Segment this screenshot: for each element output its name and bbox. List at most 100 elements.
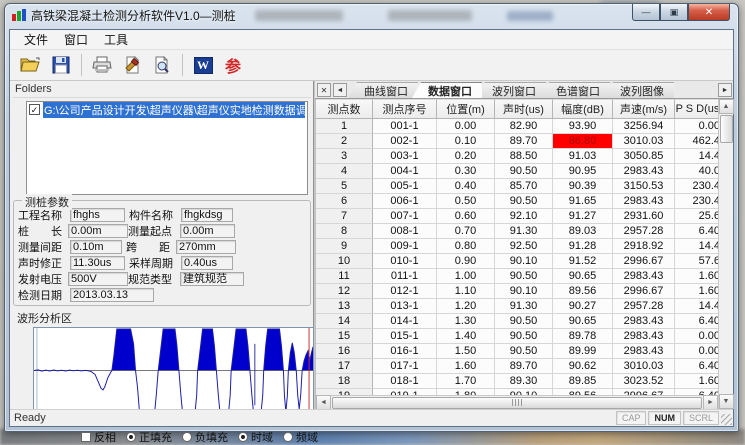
menu-item-0[interactable]: 文件: [16, 29, 56, 50]
print-preview-icon: [153, 56, 171, 74]
param-value[interactable]: 0.10m: [70, 240, 122, 254]
close-button[interactable]: ✕: [688, 4, 730, 21]
save-button[interactable]: [46, 52, 76, 78]
tab-scroll-left-icon[interactable]: ◄: [333, 83, 347, 97]
table-cell: 1.60: [675, 284, 718, 299]
process-button[interactable]: [117, 52, 147, 78]
open-button[interactable]: [16, 52, 46, 78]
table-cell: 90.95: [553, 164, 613, 179]
table-cell: 011-1: [373, 269, 437, 284]
param-value[interactable]: 11.30us: [70, 256, 125, 270]
minimize-button[interactable]: —: [632, 4, 660, 21]
vertical-scrollbar[interactable]: ▲ ▼: [718, 99, 733, 409]
table-row[interactable]: 9009-10.8092.5091.282918.9214.4: [316, 239, 718, 254]
radio-3[interactable]: [283, 432, 293, 442]
param-value[interactable]: 2013.03.13: [70, 288, 154, 302]
radio-2[interactable]: [238, 432, 248, 442]
menu-item-1[interactable]: 窗口: [56, 29, 96, 50]
param-value[interactable]: fhghs: [70, 208, 125, 222]
scroll-right-icon[interactable]: ►: [703, 395, 718, 409]
toolbar: W 参: [10, 50, 733, 81]
param-label: 采样周期: [129, 255, 181, 271]
param-value[interactable]: 500V: [68, 272, 128, 286]
grid-column-header[interactable]: 测点数: [316, 99, 373, 119]
table-cell: 006-1: [373, 194, 437, 209]
tabstrip: ✕ ◄ 曲线窗口数据窗口波列窗口色谱窗口波列图像 ►: [315, 81, 733, 99]
radio-0[interactable]: [126, 432, 136, 442]
table-row[interactable]: 10010-10.9090.1091.522996.6757.6: [316, 254, 718, 269]
table-row[interactable]: 3003-10.2088.5091.033050.8514.4: [316, 149, 718, 164]
table-cell: 1.50: [437, 344, 495, 359]
titlebar[interactable]: 高铁梁混凝土检测分析软件V1.0—测桩 — ▣ ✕: [5, 4, 738, 26]
menu-item-2[interactable]: 工具: [96, 29, 136, 50]
table-row[interactable]: 14014-11.3090.5090.652983.436.40: [316, 314, 718, 329]
grid-column-header[interactable]: P S D(us: [675, 99, 718, 119]
preview-button[interactable]: [147, 52, 177, 78]
tab-3[interactable]: 色谱窗口: [540, 82, 610, 98]
table-row[interactable]: 1001-10.0082.9093.903256.940.00: [316, 119, 718, 134]
table-cell: 16: [316, 344, 373, 359]
scroll-left-icon[interactable]: ◄: [316, 395, 331, 409]
table-row[interactable]: 15015-11.4090.5089.782983.430.00: [316, 329, 718, 344]
tab-1[interactable]: 数据窗口: [412, 82, 482, 98]
table-cell: 0.10: [437, 134, 495, 149]
grid-column-header[interactable]: 幅度(dB): [553, 99, 613, 119]
vscroll-thumb[interactable]: [720, 115, 733, 143]
tab-scroll-right-icon[interactable]: ►: [718, 83, 732, 97]
folder-checkbox[interactable]: ✓: [29, 104, 40, 115]
resize-grip-icon[interactable]: [721, 414, 732, 425]
table-cell: 88.50: [495, 149, 553, 164]
grid-column-header[interactable]: 位置(m): [437, 99, 495, 119]
table-cell: 91.30: [495, 224, 553, 239]
printer-icon: [92, 56, 112, 74]
table-row[interactable]: 4004-10.3090.5090.952983.4340.0: [316, 164, 718, 179]
table-cell: 3023.52: [613, 374, 675, 389]
table-row[interactable]: 16016-11.5090.5089.992983.430.00: [316, 344, 718, 359]
radio-1[interactable]: [182, 432, 192, 442]
table-cell: 9: [316, 239, 373, 254]
grid-column-header[interactable]: 声时(us): [495, 99, 553, 119]
scroll-up-icon[interactable]: ▲: [719, 99, 734, 114]
tab-4[interactable]: 波列图像: [604, 82, 674, 98]
table-row[interactable]: 6006-10.5090.5091.652983.43230.4: [316, 194, 718, 209]
param-value[interactable]: 0.00m: [68, 224, 128, 238]
table-cell: 462.4: [675, 134, 718, 149]
param-value[interactable]: 建筑规范: [180, 272, 244, 286]
table-cell: 5: [316, 179, 373, 194]
grid-column-header[interactable]: 测点序号: [373, 99, 437, 119]
maximize-button[interactable]: ▣: [660, 4, 688, 21]
table-row[interactable]: 12012-11.1090.1089.562996.671.60: [316, 284, 718, 299]
table-cell: 91.03: [553, 149, 613, 164]
table-row[interactable]: 2002-10.1089.7086.803010.03462.4: [316, 134, 718, 149]
param-value[interactable]: fhgkdsg: [181, 208, 233, 222]
table-row[interactable]: 5005-10.4085.7090.393150.53230.4: [316, 179, 718, 194]
folders-list[interactable]: ✓G:\公司产品设计开发\超声仪器\超声仪实地检测数据调试qd\qd03\qd0…: [26, 101, 308, 195]
param-value[interactable]: 0.40us: [181, 256, 233, 270]
table-row[interactable]: 18018-11.7089.3089.853023.521.60: [316, 374, 718, 389]
word-export-button[interactable]: W: [188, 52, 218, 78]
grid-body[interactable]: 1001-10.0082.9093.903256.940.002002-10.1…: [316, 119, 718, 395]
tab-0[interactable]: 曲线窗口: [348, 82, 418, 98]
grid-column-header[interactable]: 声速(m/s): [613, 99, 675, 119]
waveform-area-title: 波形分析区: [17, 310, 311, 326]
param-value[interactable]: 270mm: [176, 240, 236, 254]
param-value[interactable]: 0.00m: [180, 224, 235, 238]
window-title: 高铁梁混凝土检测分析软件V1.0—测桩: [31, 7, 236, 24]
scroll-down-icon[interactable]: ▼: [719, 394, 734, 409]
table-cell: 1: [316, 119, 373, 134]
hscroll-thumb[interactable]: [332, 397, 702, 409]
invert-checkbox[interactable]: [81, 432, 91, 442]
horizontal-scrollbar[interactable]: ◄ ►: [316, 395, 718, 409]
parameters-button[interactable]: 参: [218, 52, 248, 78]
table-cell: 2996.67: [613, 254, 675, 269]
param-field: 规范类型建筑规范: [128, 271, 248, 287]
tab-2[interactable]: 波列窗口: [476, 82, 546, 98]
print-button[interactable]: [87, 52, 117, 78]
table-row[interactable]: 17017-11.6089.7090.623010.036.40: [316, 359, 718, 374]
folder-list-item[interactable]: ✓G:\公司产品设计开发\超声仪器\超声仪实地检测数据调试qd\qd03\qd0…: [27, 102, 307, 117]
table-row[interactable]: 7007-10.6092.1091.272931.6025.6: [316, 209, 718, 224]
table-row[interactable]: 11011-11.0090.5090.652983.431.60: [316, 269, 718, 284]
close-pane-icon[interactable]: ✕: [317, 83, 331, 97]
table-row[interactable]: 8008-10.7091.3089.032957.286.40: [316, 224, 718, 239]
table-row[interactable]: 13013-11.2091.3090.272957.2814.4: [316, 299, 718, 314]
